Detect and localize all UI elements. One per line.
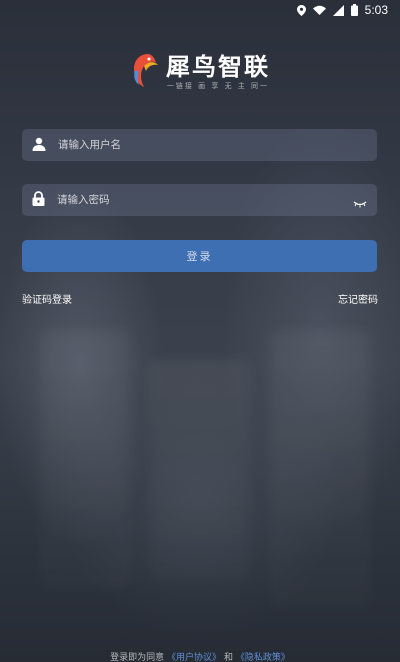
agreement-and: 和	[223, 653, 233, 662]
password-field[interactable]	[22, 184, 377, 216]
agreement-footer: 登录即为同意 《用户协议》 和 《隐私政策》	[0, 652, 400, 662]
forgot-password-link[interactable]: 忘记密码	[338, 291, 378, 306]
user-icon	[32, 136, 46, 155]
status-bar: 5:03	[0, 0, 400, 20]
background-shape	[150, 360, 250, 580]
user-agreement-link[interactable]: 《用户协议》	[167, 653, 221, 662]
signal-icon	[332, 4, 344, 16]
background-shape	[270, 330, 370, 610]
lock-icon	[32, 190, 45, 210]
username-field[interactable]	[22, 129, 377, 161]
privacy-policy-link[interactable]: 《隐私政策》	[236, 653, 290, 662]
battery-icon	[350, 4, 358, 16]
password-input[interactable]	[55, 193, 339, 207]
sms-login-link[interactable]: 验证码登录	[22, 291, 72, 306]
wifi-icon	[312, 5, 326, 15]
background-shape	[40, 330, 130, 590]
app-title: 犀鸟智联	[166, 53, 270, 81]
status-time: 5:03	[364, 3, 388, 17]
hornbill-logo-icon	[130, 52, 160, 92]
eye-closed-icon[interactable]	[353, 194, 367, 213]
agreement-prefix: 登录即为同意	[110, 653, 165, 662]
slogan-text: 一链接 画 享 无 主 同一	[166, 82, 270, 90]
app-slogan: 一链接 画 享 无 主 同一	[167, 81, 269, 91]
username-input[interactable]	[56, 138, 340, 152]
app-logo: 犀鸟智联 一链接 画 享 无 主 同一	[0, 52, 400, 92]
login-button[interactable]: 登录	[22, 240, 377, 272]
location-icon	[296, 4, 306, 16]
